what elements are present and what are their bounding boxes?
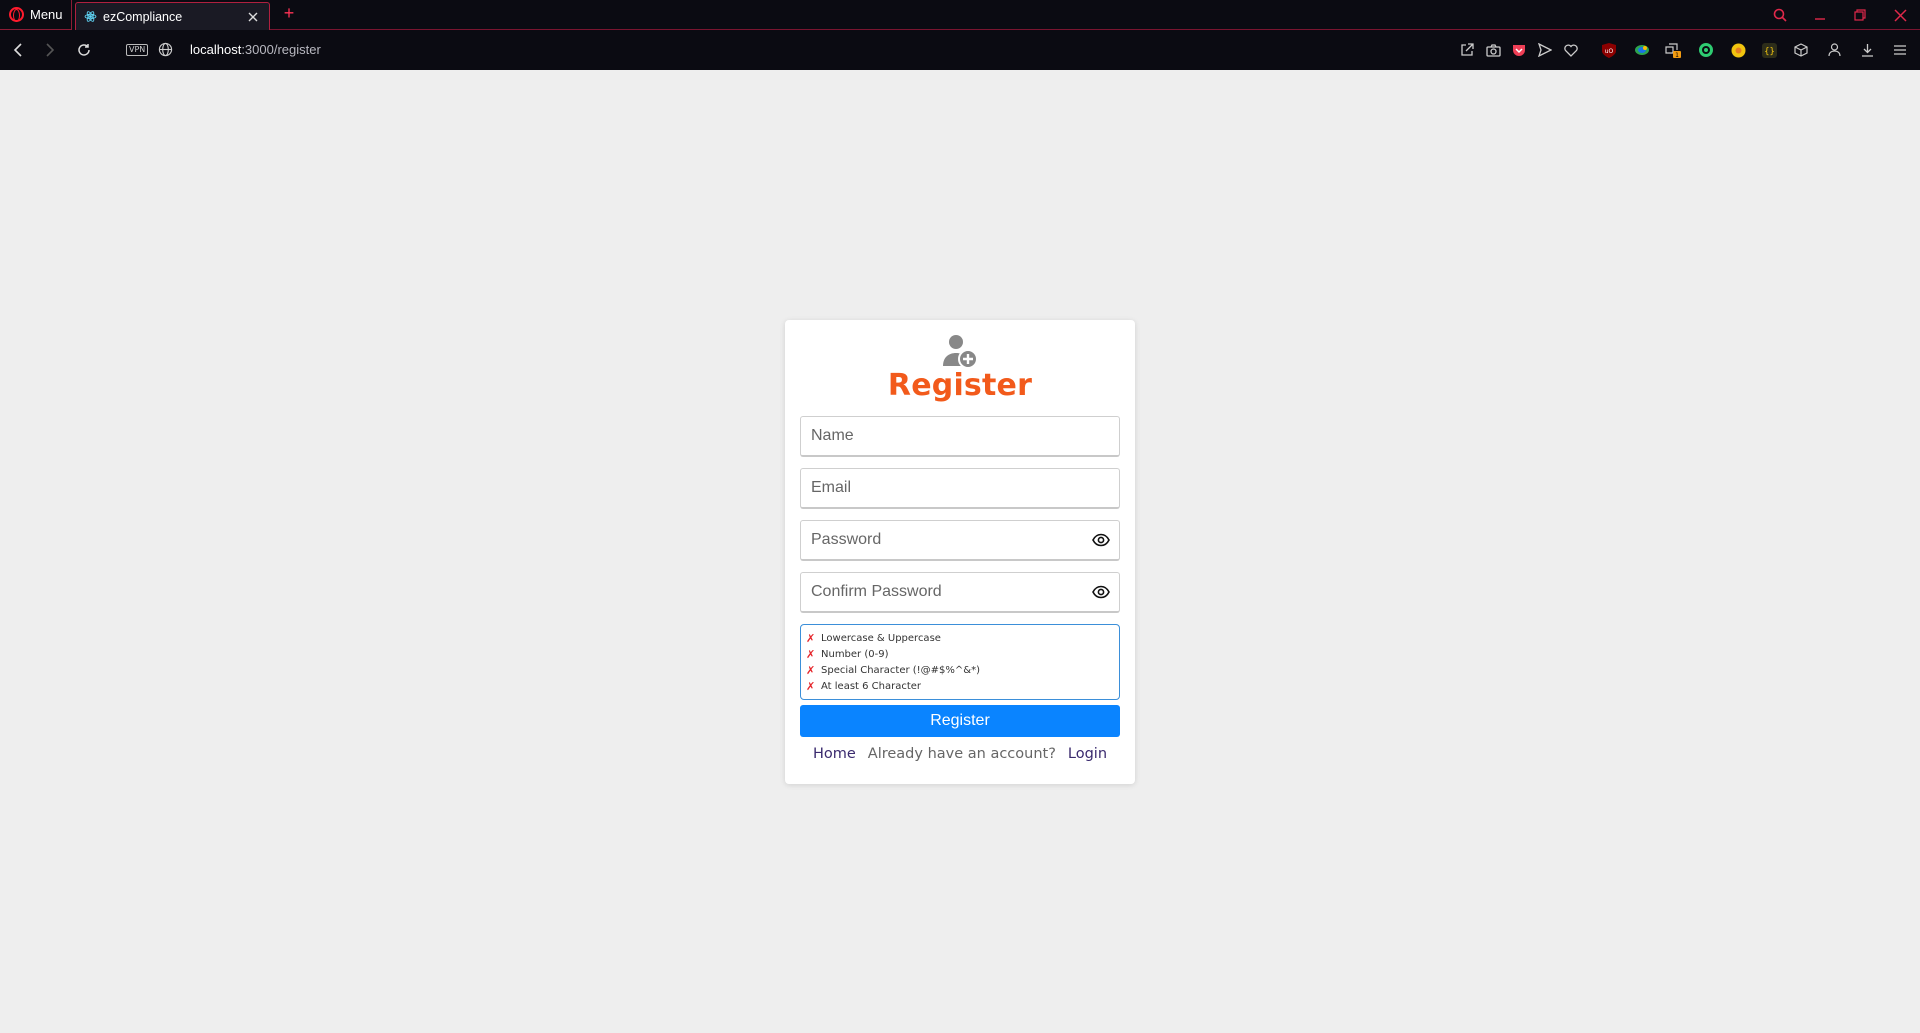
- tab-ezcompliance[interactable]: ezCompliance: [75, 2, 270, 30]
- reload-icon[interactable]: [74, 40, 94, 60]
- rule-text: At least 6 Character: [821, 680, 922, 692]
- footer-links: Home Already have an account? Login: [785, 746, 1135, 762]
- register-card: Register ✗ Lowercase & Uppercase ✗ Number …: [785, 320, 1135, 784]
- url-path: :3000/register: [241, 42, 321, 57]
- heart-icon[interactable]: [1562, 41, 1580, 59]
- rule-text: Number (0-9): [821, 648, 889, 660]
- password-field[interactable]: [800, 520, 1120, 561]
- send-icon[interactable]: [1536, 41, 1554, 59]
- confirm-password-field[interactable]: [800, 572, 1120, 613]
- opera-logo-icon: [9, 7, 24, 22]
- account-prompt: Already have an account?: [867, 746, 1056, 762]
- restore-icon[interactable]: [1844, 0, 1876, 30]
- tab-title: ezCompliance: [103, 9, 183, 24]
- camera-icon[interactable]: [1484, 41, 1502, 59]
- cube-icon[interactable]: [1792, 41, 1810, 59]
- rule-text: Special Character (!@#$%^&*): [821, 664, 980, 676]
- show-confirm-password-eye-icon[interactable]: [1092, 585, 1110, 599]
- extension-badge-icon[interactable]: 1: [1664, 41, 1682, 59]
- react-favicon-icon: [84, 10, 97, 23]
- minimize-icon[interactable]: [1804, 0, 1836, 30]
- password-input[interactable]: [801, 521, 1119, 559]
- pocket-icon[interactable]: [1510, 41, 1528, 59]
- password-requirements: ✗ Lowercase & Uppercase ✗ Number (0-9) ✗ Sp…: [800, 624, 1120, 700]
- svg-text:uO: uO: [1605, 48, 1614, 55]
- password-rule: ✗ Lowercase & Uppercase: [806, 630, 1114, 646]
- easy-setup-icon[interactable]: [1891, 41, 1909, 59]
- password-rule: ✗ Number (0-9): [806, 646, 1114, 662]
- vpn-badge[interactable]: VPN: [126, 44, 149, 56]
- name-input[interactable]: [801, 417, 1119, 455]
- rule-fail-icon: ✗: [806, 631, 816, 645]
- ublock-icon[interactable]: uO: [1600, 41, 1618, 59]
- password-rule: ✗ At least 6 Character: [806, 678, 1114, 694]
- home-link[interactable]: Home: [813, 746, 856, 762]
- rule-fail-icon: ✗: [806, 679, 816, 693]
- close-window-icon[interactable]: [1884, 0, 1916, 30]
- confirm-password-input[interactable]: [801, 573, 1119, 611]
- rule-text: Lowercase & Uppercase: [821, 632, 941, 644]
- address-bar: VPN localhost:3000/register uO 1 {}: [0, 30, 1920, 70]
- yellow-extension-icon[interactable]: [1729, 41, 1747, 59]
- json-formatter-icon[interactable]: {}: [1760, 41, 1778, 59]
- menu-label: Menu: [30, 7, 63, 22]
- svg-text:1: 1: [1675, 52, 1679, 59]
- email-field[interactable]: [800, 468, 1120, 509]
- name-field[interactable]: [800, 416, 1120, 457]
- google-translate-icon[interactable]: [1633, 41, 1651, 59]
- account-icon[interactable]: [1825, 41, 1843, 59]
- forward-icon[interactable]: [40, 40, 60, 60]
- svg-text:{}: {}: [1764, 47, 1775, 57]
- password-rule: ✗ Special Character (!@#$%^&*): [806, 662, 1114, 678]
- back-icon[interactable]: [8, 40, 28, 60]
- search-tabs-icon[interactable]: [1764, 0, 1796, 30]
- share-icon[interactable]: [1458, 41, 1476, 59]
- show-password-eye-icon[interactable]: [1092, 533, 1110, 547]
- email-input[interactable]: [801, 469, 1119, 507]
- green-circle-extension-icon[interactable]: [1697, 41, 1715, 59]
- new-tab-button[interactable]: +: [280, 4, 298, 24]
- browser-tab-bar: Menu ezCompliance +: [0, 0, 1920, 30]
- rule-fail-icon: ✗: [806, 663, 816, 677]
- globe-icon[interactable]: [158, 42, 173, 57]
- url-host: localhost: [190, 42, 242, 57]
- url-field[interactable]: localhost:3000/register: [190, 42, 321, 57]
- tab-close-icon[interactable]: [245, 9, 261, 25]
- download-icon[interactable]: [1858, 41, 1876, 59]
- add-user-icon: [941, 332, 981, 372]
- opera-menu-button[interactable]: Menu: [0, 0, 72, 30]
- register-button[interactable]: Register: [800, 705, 1120, 737]
- login-link[interactable]: Login: [1068, 746, 1107, 762]
- rule-fail-icon: ✗: [806, 647, 816, 661]
- register-title: Register: [887, 368, 1033, 403]
